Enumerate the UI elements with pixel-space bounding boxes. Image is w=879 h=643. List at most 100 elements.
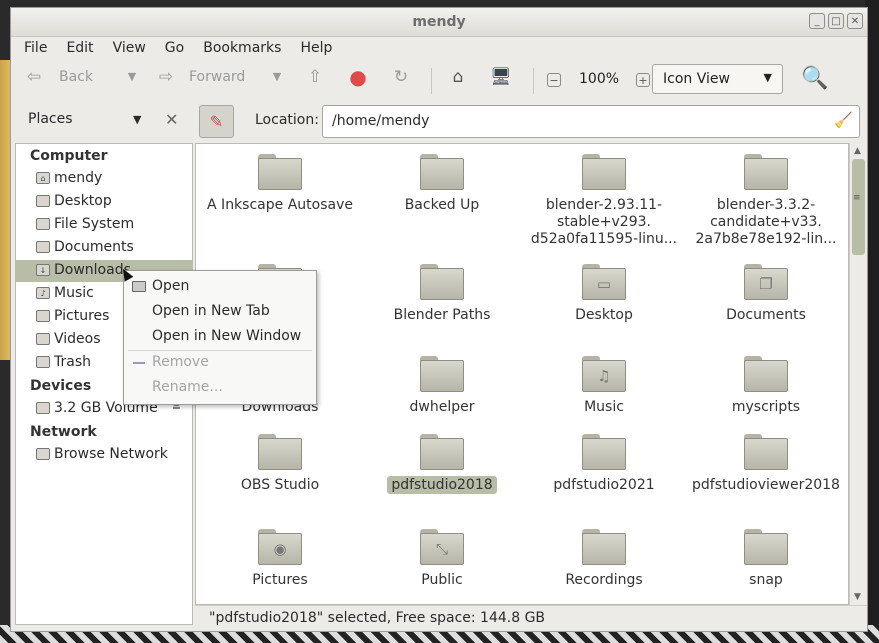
sidebar-item-label: Desktop (54, 193, 112, 209)
back-button[interactable]: ⇦ Back (23, 66, 93, 88)
clear-broom-icon[interactable]: 🧹 (834, 111, 853, 129)
zoom-out-button[interactable]: − (547, 73, 561, 87)
file-item[interactable]: Recordings (528, 529, 680, 589)
location-value: /home/mendy (332, 113, 430, 129)
file-item[interactable]: pdfstudio2018 (366, 434, 518, 494)
forward-button[interactable]: ⇨ Forward (155, 66, 245, 88)
home-button[interactable]: ⌂ (447, 66, 469, 88)
search-icon: 🔍 (801, 66, 829, 91)
sidebar-item-label: Browse Network (54, 446, 168, 462)
location-field[interactable]: /home/mendy 🧹 (322, 105, 860, 138)
file-item[interactable]: blender-3.3.2-candidate+v33. 2a7b8e78e19… (690, 154, 842, 248)
menu-item-open[interactable]: Open (124, 275, 316, 299)
computer-icon: 🖥 (490, 67, 512, 87)
folder-icon (258, 154, 302, 190)
sidebar-item-file-system[interactable]: File System (16, 214, 192, 236)
sidebar-mode-label[interactable]: Places (28, 111, 73, 127)
file-item[interactable]: ♫ Music (528, 356, 680, 416)
sidebar-item-mendy[interactable]: ⌂ mendy (16, 168, 192, 190)
chevron-down-icon: ▼ (127, 70, 137, 83)
stop-button[interactable]: ● (347, 66, 369, 88)
vertical-scrollbar[interactable]: ▲ ≡ ▼ (849, 143, 867, 605)
file-item[interactable]: A Inkscape Autosave (204, 154, 356, 214)
file-item-label: pdfstudio2021 (553, 477, 655, 493)
back-history-dropdown[interactable]: ▼ (121, 66, 143, 88)
file-item[interactable]: dwhelper (366, 356, 518, 416)
menu-item-rename: Rename... (124, 376, 316, 400)
folder-icon (420, 356, 464, 392)
forward-history-dropdown[interactable]: ▼ (266, 66, 288, 88)
toggle-location-button[interactable]: ✎ (199, 105, 234, 138)
file-item[interactable]: ⤡ Public (366, 529, 518, 589)
sidebar-item-label: Pictures (54, 308, 110, 324)
up-button[interactable]: ⇧ (304, 66, 326, 88)
menu-edit[interactable]: Edit (60, 37, 99, 59)
title-bar[interactable]: mendy _ □ ✕ (11, 8, 867, 37)
file-item[interactable]: blender-2.93.11-stable+v293. d52a0fa1159… (528, 154, 680, 248)
folder-icon: ▭ (582, 264, 626, 300)
file-item-label: Blender Paths (393, 307, 491, 323)
maximize-button[interactable]: □ (828, 13, 844, 29)
zoom-in-icon: + (636, 73, 650, 87)
file-item[interactable]: OBS Studio (204, 434, 356, 494)
status-bar: "pdfstudio2018" selected, Free space: 14… (195, 605, 867, 631)
file-item-label: A Inkscape Autosave (207, 197, 353, 213)
view-mode-value: Icon View (663, 71, 730, 87)
menu-item-open-new-tab[interactable]: Open in New Tab (124, 300, 316, 324)
group-network: Network (30, 424, 97, 440)
sidebar-item-documents[interactable]: Documents (16, 237, 192, 259)
folder-icon (744, 356, 788, 392)
drive-icon (132, 281, 146, 292)
menu-item-open-new-window[interactable]: Open in New Window (124, 325, 316, 349)
scroll-down-icon[interactable]: ▼ (854, 592, 861, 602)
close-sidebar-icon[interactable]: ✕ (165, 110, 178, 129)
zoom-in-button[interactable]: + (636, 73, 650, 87)
menu-go[interactable]: Go (159, 37, 190, 59)
menu-view[interactable]: View (107, 37, 152, 59)
reload-button[interactable]: ↻ (390, 66, 412, 88)
drive-icon (36, 218, 50, 230)
folder-icon (258, 434, 302, 470)
folder-icon: ❐ (744, 264, 788, 300)
file-item[interactable]: ❐ Documents (690, 264, 842, 324)
file-item-label: Recordings (565, 572, 643, 588)
desktop-folder-icon (36, 195, 50, 207)
remove-icon (133, 362, 145, 364)
sidebar-item-browse-network[interactable]: Browse Network (16, 444, 192, 466)
sidebar-item-desktop[interactable]: Desktop (16, 191, 192, 213)
sidebar-item-label: Music (54, 285, 94, 301)
chevron-down-icon[interactable]: ▼ (133, 113, 141, 126)
menu-help[interactable]: Help (294, 37, 338, 59)
file-item[interactable]: Backed Up (366, 154, 518, 214)
scrollbar-thumb[interactable] (852, 159, 865, 255)
folder-icon (420, 154, 464, 190)
computer-button[interactable]: 🖥 (490, 66, 512, 88)
file-item-label: Music (584, 399, 624, 415)
search-button[interactable]: 🔍 (801, 66, 829, 94)
menu-bookmarks[interactable]: Bookmarks (197, 37, 287, 59)
view-mode-select[interactable]: Icon View ▼ (652, 64, 783, 94)
file-item[interactable]: snap (690, 529, 842, 589)
file-item[interactable]: Blender Paths (366, 264, 518, 324)
context-menu: Open Open in New Tab Open in New Window … (123, 270, 317, 405)
reload-icon: ↻ (393, 67, 409, 87)
folder-icon (420, 264, 464, 300)
file-item-label: myscripts (731, 399, 801, 415)
scroll-up-icon[interactable]: ▲ (854, 146, 861, 156)
window-title: mendy (412, 14, 466, 30)
back-arrow-icon: ⇦ (26, 67, 42, 87)
sidebar-item-label: Documents (54, 239, 134, 255)
folder-icon: ◉ (258, 529, 302, 565)
home-folder-icon: ⌂ (452, 67, 464, 87)
location-label: Location: (255, 112, 319, 128)
minimize-button[interactable]: _ (809, 13, 825, 29)
file-item[interactable]: pdfstudioviewer2018 (690, 434, 842, 494)
file-item[interactable]: ▭ Desktop (528, 264, 680, 324)
file-item[interactable]: pdfstudio2021 (528, 434, 680, 494)
file-item[interactable]: myscripts (690, 356, 842, 416)
menu-file[interactable]: File (18, 37, 53, 59)
close-button[interactable]: ✕ (847, 13, 863, 29)
menu-bar: File Edit View Go Bookmarks Help (11, 37, 867, 59)
folder-icon (744, 434, 788, 470)
file-item[interactable]: ◉ Pictures (204, 529, 356, 589)
